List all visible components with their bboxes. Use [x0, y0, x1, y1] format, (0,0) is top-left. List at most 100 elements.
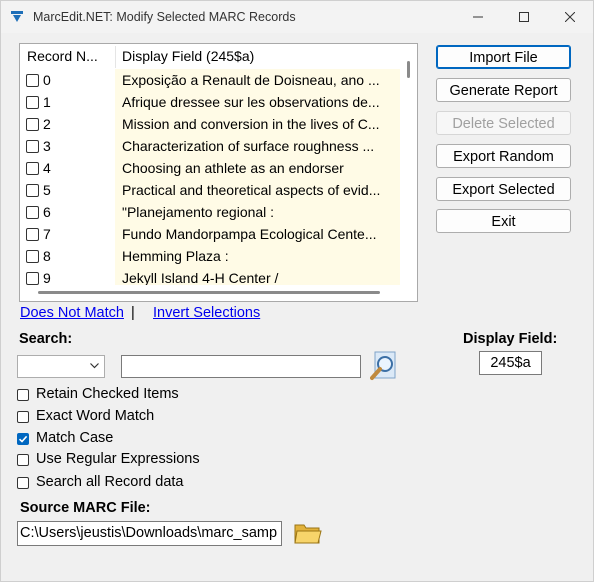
table-row[interactable]: 8 Hemming Plaza :: [20, 245, 400, 267]
table-row[interactable]: 7 Fundo Mandorpampa Ecological Cente...: [20, 223, 400, 245]
maximize-icon: [519, 12, 529, 22]
search-field-combo[interactable]: [17, 355, 105, 378]
vertical-scrollbar-thumb[interactable]: [407, 61, 410, 78]
record-number: 8: [43, 248, 51, 264]
row-checkbox[interactable]: [26, 162, 39, 175]
table-row[interactable]: 4 Choosing an athlete as an endorser: [20, 157, 400, 179]
chevron-down-icon: [90, 363, 99, 369]
export-selected-button[interactable]: Export Selected: [436, 177, 571, 201]
checkbox[interactable]: [17, 389, 29, 401]
row-checkbox[interactable]: [26, 184, 39, 197]
generate-report-button[interactable]: Generate Report: [436, 78, 571, 102]
search-input[interactable]: [121, 355, 361, 378]
display-field-cell: Fundo Mandorpampa Ecological Cente...: [115, 223, 400, 245]
close-icon: [565, 12, 575, 22]
checkbox[interactable]: [17, 411, 29, 423]
display-field-value: Fundo Mandorpampa Ecological Cente...: [122, 226, 377, 242]
record-number: 0: [43, 72, 51, 88]
display-field-value: Characterization of surface roughness ..…: [122, 138, 375, 154]
display-field-cell: "Planejamento regional :: [115, 201, 400, 223]
display-field-value: "Planejamento regional :: [122, 204, 275, 220]
display-field-value: Jekyll Island 4-H Center /: [122, 270, 279, 286]
record-number-cell: 8: [20, 245, 115, 267]
row-checkbox[interactable]: [26, 118, 39, 131]
horizontal-scrollbar[interactable]: [20, 285, 417, 301]
checkbox-label: Exact Word Match: [36, 408, 155, 424]
display-field-input[interactable]: 245$a: [479, 351, 542, 375]
table-row[interactable]: 3 Characterization of surface roughness .…: [20, 135, 400, 157]
minimize-button[interactable]: [455, 1, 501, 33]
record-number-cell: 6: [20, 201, 115, 223]
record-number: 7: [43, 226, 51, 242]
display-field-cell: Practical and theoretical aspects of evi…: [115, 179, 400, 201]
folder-icon[interactable]: [293, 520, 323, 546]
record-number-cell: 7: [20, 223, 115, 245]
table-row[interactable]: 0 Exposição a Renault de Doisneau, ano ..…: [20, 69, 400, 91]
display-field-cell: Characterization of surface roughness ..…: [115, 135, 400, 157]
horizontal-scrollbar-thumb[interactable]: [38, 291, 380, 294]
display-field-value: Practical and theoretical aspects of evi…: [122, 182, 381, 198]
record-number: 2: [43, 116, 51, 132]
record-number: 5: [43, 182, 51, 198]
invert-selections-link[interactable]: Invert Selections: [153, 305, 260, 321]
source-file-path-input[interactable]: C:\Users\jeustis\Downloads\marc_samp: [17, 521, 282, 546]
exit-button[interactable]: Exit: [436, 209, 571, 233]
main-window: MarcEdit.NET: Modify Selected MARC Recor…: [0, 0, 594, 582]
display-field-cell: Afrique dressee sur les observations de.…: [115, 91, 400, 113]
record-number-cell: 5: [20, 179, 115, 201]
maximize-button[interactable]: [501, 1, 547, 33]
close-button[interactable]: [547, 1, 593, 33]
column-header-display-field[interactable]: Display Field (245$a): [122, 44, 392, 69]
record-number-cell: 2: [20, 113, 115, 135]
table-row[interactable]: 6 "Planejamento regional :: [20, 201, 400, 223]
window-title: MarcEdit.NET: Modify Selected MARC Recor…: [33, 10, 296, 24]
checkbox-label: Search all Record data: [36, 474, 184, 490]
record-number: 1: [43, 94, 51, 110]
listview-rows: 0 Exposição a Renault de Doisneau, ano ..…: [20, 69, 400, 301]
display-field-value: Mission and conversion in the lives of C…: [122, 116, 380, 132]
column-header-record-number[interactable]: Record N...: [27, 44, 113, 69]
column-divider[interactable]: [115, 46, 116, 68]
minimize-icon: [473, 16, 483, 18]
display-field-cell: Hemming Plaza :: [115, 245, 400, 267]
record-number: 4: [43, 160, 51, 176]
search-icon[interactable]: [370, 351, 398, 381]
table-row[interactable]: 2 Mission and conversion in the lives of …: [20, 113, 400, 135]
record-number: 6: [43, 204, 51, 220]
record-number: 3: [43, 138, 51, 154]
source-marc-file-label: Source MARC File:: [20, 500, 151, 516]
checkbox-label: Use Regular Expressions: [36, 451, 200, 467]
record-number-cell: 1: [20, 91, 115, 113]
marcedit-app-icon: [11, 11, 23, 22]
display-field-cell: Choosing an athlete as an endorser: [115, 157, 400, 179]
delete-selected-button[interactable]: Delete Selected: [436, 111, 571, 135]
row-checkbox[interactable]: [26, 206, 39, 219]
title-bar: MarcEdit.NET: Modify Selected MARC Recor…: [1, 1, 593, 33]
table-row[interactable]: 1 Afrique dressee sur les observations de…: [20, 91, 400, 113]
record-number-cell: 3: [20, 135, 115, 157]
display-field-value: Hemming Plaza :: [122, 248, 229, 264]
checkbox[interactable]: [17, 433, 29, 445]
checkbox[interactable]: [17, 454, 29, 466]
row-checkbox[interactable]: [26, 228, 39, 241]
row-checkbox[interactable]: [26, 74, 39, 87]
row-checkbox[interactable]: [26, 272, 39, 285]
row-checkbox[interactable]: [26, 140, 39, 153]
display-field-value: Choosing an athlete as an endorser: [122, 160, 344, 176]
does-not-match-link[interactable]: Does Not Match: [20, 305, 124, 321]
display-field-cell: Mission and conversion in the lives of C…: [115, 113, 400, 135]
link-separator: |: [131, 305, 135, 321]
records-listview[interactable]: Record N... Display Field (245$a) 0 Expos…: [19, 43, 418, 302]
export-random-button[interactable]: Export Random: [436, 144, 571, 168]
display-field-value: Afrique dressee sur les observations de.…: [122, 94, 380, 110]
row-checkbox[interactable]: [26, 96, 39, 109]
checkbox-label: Match Case: [36, 430, 114, 446]
row-checkbox[interactable]: [26, 250, 39, 263]
table-row[interactable]: 5 Practical and theoretical aspects of ev…: [20, 179, 400, 201]
checkbox[interactable]: [17, 477, 29, 489]
checkbox-label: Retain Checked Items: [36, 386, 179, 402]
search-label: Search:: [19, 331, 73, 347]
display-field-cell: Exposição a Renault de Doisneau, ano ...: [115, 69, 400, 91]
import-file-button[interactable]: Import File: [436, 45, 571, 69]
record-number-cell: 4: [20, 157, 115, 179]
